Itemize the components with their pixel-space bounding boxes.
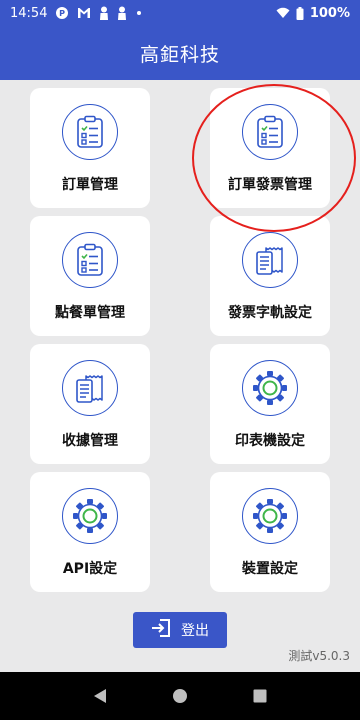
- app-notification-icon: P: [55, 6, 69, 20]
- home-icon[interactable]: [168, 684, 192, 708]
- status-time: 14:54: [10, 5, 48, 21]
- menu-item-label: API設定: [62, 561, 118, 577]
- clipboard-list-icon: [242, 104, 298, 160]
- menu-item-label: 訂單管理: [62, 177, 118, 193]
- svg-text:P: P: [60, 9, 66, 18]
- receipt-icon: [242, 232, 298, 288]
- system-nav-bar: [0, 672, 360, 720]
- dot-icon: [135, 9, 143, 17]
- version-label: 測試v5.0.3: [288, 649, 350, 663]
- logout-button[interactable]: 登出: [133, 612, 227, 648]
- menu-item-order-management[interactable]: 訂單管理: [30, 88, 150, 208]
- menu-item-label: 收據管理: [62, 433, 118, 449]
- person-icon: [117, 6, 127, 20]
- page-title: 高鉅科技: [139, 43, 220, 66]
- battery-level: 100%: [309, 5, 350, 21]
- menu-item-label: 裝置設定: [242, 561, 298, 577]
- gmail-icon: [77, 7, 91, 19]
- logout-icon: [151, 619, 171, 641]
- status-bar: 14:54 P 100%: [0, 0, 360, 26]
- menu-item-label: 發票字軌設定: [228, 305, 312, 321]
- person-icon: [99, 6, 109, 20]
- receipt-icon: [62, 360, 118, 416]
- app-bar: 高鉅科技: [0, 26, 360, 80]
- back-icon[interactable]: [88, 684, 112, 708]
- menu-item-label: 訂單發票管理: [228, 177, 312, 193]
- menu-item-printer-settings[interactable]: 印表機設定: [210, 344, 330, 464]
- battery-icon: [296, 6, 304, 20]
- gear-icon: [62, 488, 118, 544]
- clipboard-list-icon: [62, 104, 118, 160]
- logout-label: 登出: [181, 623, 209, 639]
- menu-item-order-invoice-management[interactable]: 訂單發票管理: [210, 88, 330, 208]
- wifi-icon: [276, 7, 290, 19]
- menu-item-invoice-track-settings[interactable]: 發票字軌設定: [210, 216, 330, 336]
- menu-item-label: 點餐單管理: [55, 305, 125, 321]
- gear-icon: [242, 360, 298, 416]
- recents-icon[interactable]: [248, 684, 272, 708]
- clipboard-list-icon: [62, 232, 118, 288]
- menu-item-meal-order-management[interactable]: 點餐單管理: [30, 216, 150, 336]
- menu-item-label: 印表機設定: [235, 433, 305, 449]
- menu-item-device-settings[interactable]: 裝置設定: [210, 472, 330, 592]
- gear-icon: [242, 488, 298, 544]
- menu-item-receipt-management[interactable]: 收據管理: [30, 344, 150, 464]
- menu-item-api-settings[interactable]: API設定: [30, 472, 150, 592]
